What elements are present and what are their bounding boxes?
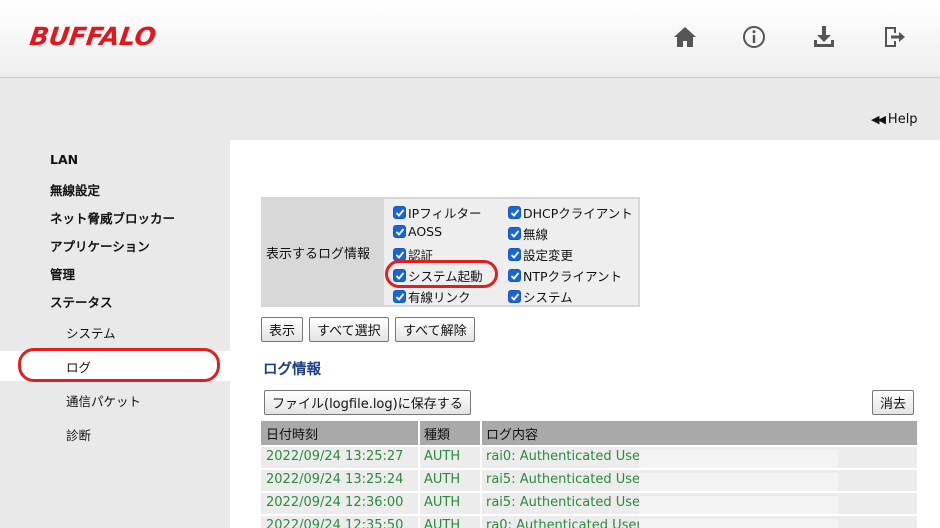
cell-datetime: 2022/09/24 12:36:00 bbox=[266, 495, 404, 510]
column-header-content: ログ内容 bbox=[486, 428, 539, 443]
top-header: BUFFALO bbox=[0, 0, 940, 78]
checkbox-checked-icon bbox=[393, 269, 406, 282]
column-header-datetime: 日付時刻 bbox=[266, 428, 319, 443]
checkbox-label: DHCPクライアント bbox=[523, 206, 633, 221]
redacted-area bbox=[639, 519, 838, 528]
sidebar-subitem-log[interactable]: ログ bbox=[66, 357, 91, 376]
column-header-type: 種類 bbox=[424, 428, 451, 443]
checkbox-checked-icon bbox=[508, 227, 521, 240]
sidebar-active-highlight bbox=[0, 351, 230, 381]
checkbox-checked-icon bbox=[508, 248, 521, 261]
cell-datetime: 2022/09/24 12:35:50 bbox=[266, 518, 404, 528]
buffalo-logo[interactable]: BUFFALO bbox=[28, 22, 158, 51]
checkbox-label: 無線 bbox=[523, 227, 549, 242]
log-filter-label: 表示するログ情報 bbox=[266, 247, 371, 262]
cell-type: AUTH bbox=[424, 472, 461, 487]
sidebar-item-application[interactable]: アプリケーション bbox=[50, 236, 150, 255]
checkbox-label: NTPクライアント bbox=[523, 269, 623, 284]
show-button[interactable]: 表示 bbox=[261, 317, 304, 342]
help-link[interactable]: ◀◀ Help bbox=[871, 112, 918, 127]
sidebar-item-wireless[interactable]: 無線設定 bbox=[50, 180, 100, 199]
cell-type: AUTH bbox=[424, 449, 461, 464]
delete-log-button[interactable]: 消去 bbox=[872, 390, 915, 415]
column-separator bbox=[480, 421, 482, 528]
checkbox-label: IPフィルター bbox=[408, 206, 482, 221]
select-all-button[interactable]: すべて選択 bbox=[309, 317, 389, 342]
redacted-area bbox=[639, 450, 838, 468]
table-row: 2022/09/24 13:25:24 AUTH rai5: Authentic… bbox=[261, 470, 917, 491]
checkbox-dhcp-client[interactable]: DHCPクライアント bbox=[508, 203, 633, 222]
redacted-area bbox=[639, 496, 838, 514]
download-icon[interactable] bbox=[811, 24, 837, 50]
double-left-arrow-icon: ◀◀ bbox=[871, 113, 886, 126]
checkbox-config-change[interactable]: 設定変更 bbox=[508, 245, 573, 264]
checkbox-aoss[interactable]: AOSS bbox=[393, 224, 442, 239]
cell-datetime: 2022/09/24 13:25:27 bbox=[266, 449, 404, 464]
checkbox-checked-icon bbox=[508, 269, 521, 282]
table-header: 日付時刻 種類 ログ内容 bbox=[261, 421, 917, 445]
cell-content: ra0: Authenticated User - bbox=[486, 518, 651, 528]
table-row: 2022/09/24 13:25:27 AUTH rai0: Authentic… bbox=[261, 447, 917, 468]
sidebar-item-admin[interactable]: 管理 bbox=[50, 264, 75, 283]
sidebar-item-threat-blocker[interactable]: ネット脅威ブロッカー bbox=[50, 208, 175, 227]
checkbox-checked-icon bbox=[393, 290, 406, 303]
sidebar-subitem-packets[interactable]: 通信パケット bbox=[66, 391, 141, 410]
cell-datetime: 2022/09/24 13:25:24 bbox=[266, 472, 404, 487]
sidebar-subitem-system[interactable]: システム bbox=[66, 323, 116, 342]
checkbox-label: システム起動 bbox=[408, 269, 483, 284]
checkbox-checked-icon bbox=[508, 206, 521, 219]
sidebar-subitem-diagnostics[interactable]: 診断 bbox=[66, 425, 91, 444]
checkbox-checked-icon bbox=[393, 248, 406, 261]
checkbox-wired-link[interactable]: 有線リンク bbox=[393, 287, 471, 306]
checkbox-label: 有線リンク bbox=[408, 290, 471, 305]
redacted-area bbox=[639, 473, 838, 491]
table-row: 2022/09/24 12:35:50 AUTH ra0: Authentica… bbox=[261, 516, 917, 528]
logout-icon[interactable] bbox=[881, 24, 907, 50]
log-section-title: ログ情報 bbox=[263, 362, 321, 378]
cell-type: AUTH bbox=[424, 518, 461, 528]
checkbox-ntp-client[interactable]: NTPクライアント bbox=[508, 266, 622, 285]
checkbox-system-boot[interactable]: システム起動 bbox=[393, 266, 483, 285]
checkbox-wireless[interactable]: 無線 bbox=[508, 224, 548, 243]
cell-type: AUTH bbox=[424, 495, 461, 510]
checkbox-label: 設定変更 bbox=[523, 248, 574, 263]
checkbox-checked-icon bbox=[393, 206, 406, 219]
sidebar-item-lan[interactable]: LAN bbox=[50, 152, 78, 167]
checkbox-label: 認証 bbox=[408, 248, 434, 263]
checkbox-ip-filter[interactable]: IPフィルター bbox=[393, 203, 481, 222]
cell-content: rai5: Authenticated User - bbox=[486, 495, 655, 510]
checkbox-checked-icon bbox=[508, 290, 521, 303]
info-icon[interactable] bbox=[741, 24, 767, 50]
checkbox-auth[interactable]: 認証 bbox=[393, 245, 433, 264]
cell-content: rai0: Authenticated User - bbox=[486, 449, 655, 464]
clear-all-button[interactable]: すべて解除 bbox=[395, 317, 475, 342]
checkbox-system[interactable]: システム bbox=[508, 287, 573, 306]
checkbox-label: AOSS bbox=[408, 224, 443, 239]
help-label: Help bbox=[887, 112, 918, 127]
save-log-button[interactable]: ファイル(logfile.log)に保存する bbox=[264, 390, 471, 415]
checkbox-label: システム bbox=[523, 290, 573, 305]
checkbox-checked-icon bbox=[393, 225, 406, 238]
column-separator bbox=[418, 421, 420, 528]
table-row: 2022/09/24 12:36:00 AUTH rai5: Authentic… bbox=[261, 493, 917, 514]
cell-content: rai5: Authenticated User - bbox=[486, 472, 655, 487]
home-icon[interactable] bbox=[672, 24, 698, 50]
sidebar-item-status[interactable]: ステータス bbox=[50, 292, 113, 311]
